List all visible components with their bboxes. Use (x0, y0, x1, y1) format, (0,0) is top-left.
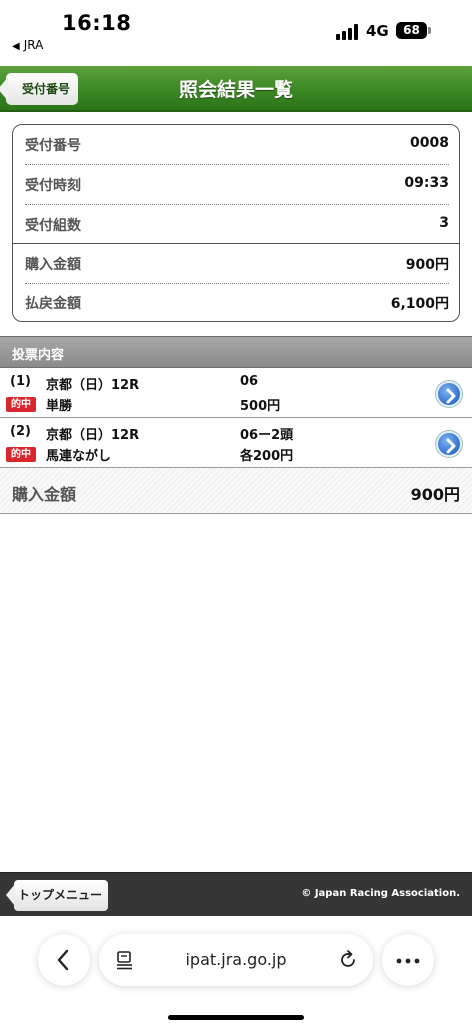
header-bar: 受付番号 照会結果一覧 (0, 66, 472, 112)
status-time: 16:18 (62, 11, 132, 35)
receipt-value: 6,100円 (390, 296, 449, 312)
hit-badge: 的中 (6, 397, 36, 412)
home-indicator (168, 1015, 304, 1020)
browser-toolbar: ipat.jra.go.jp (0, 916, 472, 1024)
receipt-summary: 受付番号 0008 受付時刻 09:33 受付組数 3 購入金額 900円 払戻… (12, 124, 460, 322)
receipt-value: 3 (439, 215, 449, 231)
receipt-label: 受付組数 (25, 218, 81, 234)
bet-combination: 06 (240, 374, 259, 389)
bet-race: 京都（日）12R (46, 378, 140, 393)
receipt-row-payout: 払戻金額 6,100円 (25, 283, 449, 322)
receipt-label: 受付番号 (25, 138, 81, 154)
receipt-value: 09:33 (404, 175, 449, 191)
status-bar: 16:18 ◀ JRA 4G 68 (0, 0, 472, 62)
more-button[interactable] (382, 934, 434, 986)
purchase-total: 購入金額 900円 (0, 468, 472, 514)
battery-nub (428, 27, 431, 34)
receipt-label: 購入金額 (25, 257, 81, 273)
chevron-right-circle-icon[interactable] (436, 431, 462, 457)
hit-badge: 的中 (6, 447, 36, 462)
page-title: 照会結果一覧 (178, 79, 293, 101)
bet-combination: 06ー2頭 (240, 428, 294, 443)
browser-back-button[interactable] (38, 934, 90, 986)
bet-amount: 各200円 (240, 449, 294, 464)
bet-amount: 500円 (240, 399, 281, 414)
bet-race: 京都（日）12R (46, 428, 140, 443)
bet-number: (1) (10, 374, 31, 389)
network-type: 4G (366, 22, 389, 40)
bet-type: 単勝 (46, 399, 73, 414)
status-back-app[interactable]: ◀ JRA (12, 38, 43, 52)
signal-icon (336, 24, 360, 40)
total-value: 900円 (410, 485, 460, 504)
copyright: © Japan Racing Association. (301, 888, 460, 899)
address-bar[interactable]: ipat.jra.go.jp (99, 934, 373, 986)
chevron-right-circle-icon[interactable] (436, 381, 462, 407)
receipt-row-purchase: 購入金額 900円 (25, 244, 449, 283)
receipt-row-time: 受付時刻 09:33 (25, 165, 449, 204)
top-menu-button[interactable]: トップメニュー (5, 880, 109, 911)
back-triangle-icon: ◀ (12, 41, 20, 52)
receipt-label: 払戻金額 (25, 296, 81, 312)
battery-icon: 68 (396, 22, 427, 39)
chevron-left-icon (57, 949, 69, 971)
bet-number: (2) (10, 424, 31, 439)
more-icon (396, 958, 420, 964)
status-back-app-label: JRA (23, 38, 44, 52)
url-text: ipat.jra.go.jp (185, 950, 287, 969)
receipt-label: 受付時刻 (25, 178, 81, 194)
total-label: 購入金額 (12, 485, 77, 504)
receipt-value: 900円 (405, 257, 449, 273)
receipt-row-number: 受付番号 0008 (25, 125, 449, 164)
bet-row-1[interactable]: (1) 京都（日）12R 的中 単勝 06 500円 (0, 369, 472, 418)
reload-icon[interactable] (337, 949, 359, 971)
receipt-row-sets: 受付組数 3 (25, 205, 449, 244)
receipt-value: 0008 (410, 135, 449, 151)
bet-row-2[interactable]: (2) 京都（日）12R 的中 馬連ながし 06ー2頭 各200円 (0, 419, 472, 468)
footer-bar: トップメニュー © Japan Racing Association. (0, 872, 472, 916)
bet-type: 馬連ながし (46, 449, 112, 464)
section-header-bets: 投票内容 (0, 336, 472, 368)
section-title: 投票内容 (12, 348, 65, 363)
